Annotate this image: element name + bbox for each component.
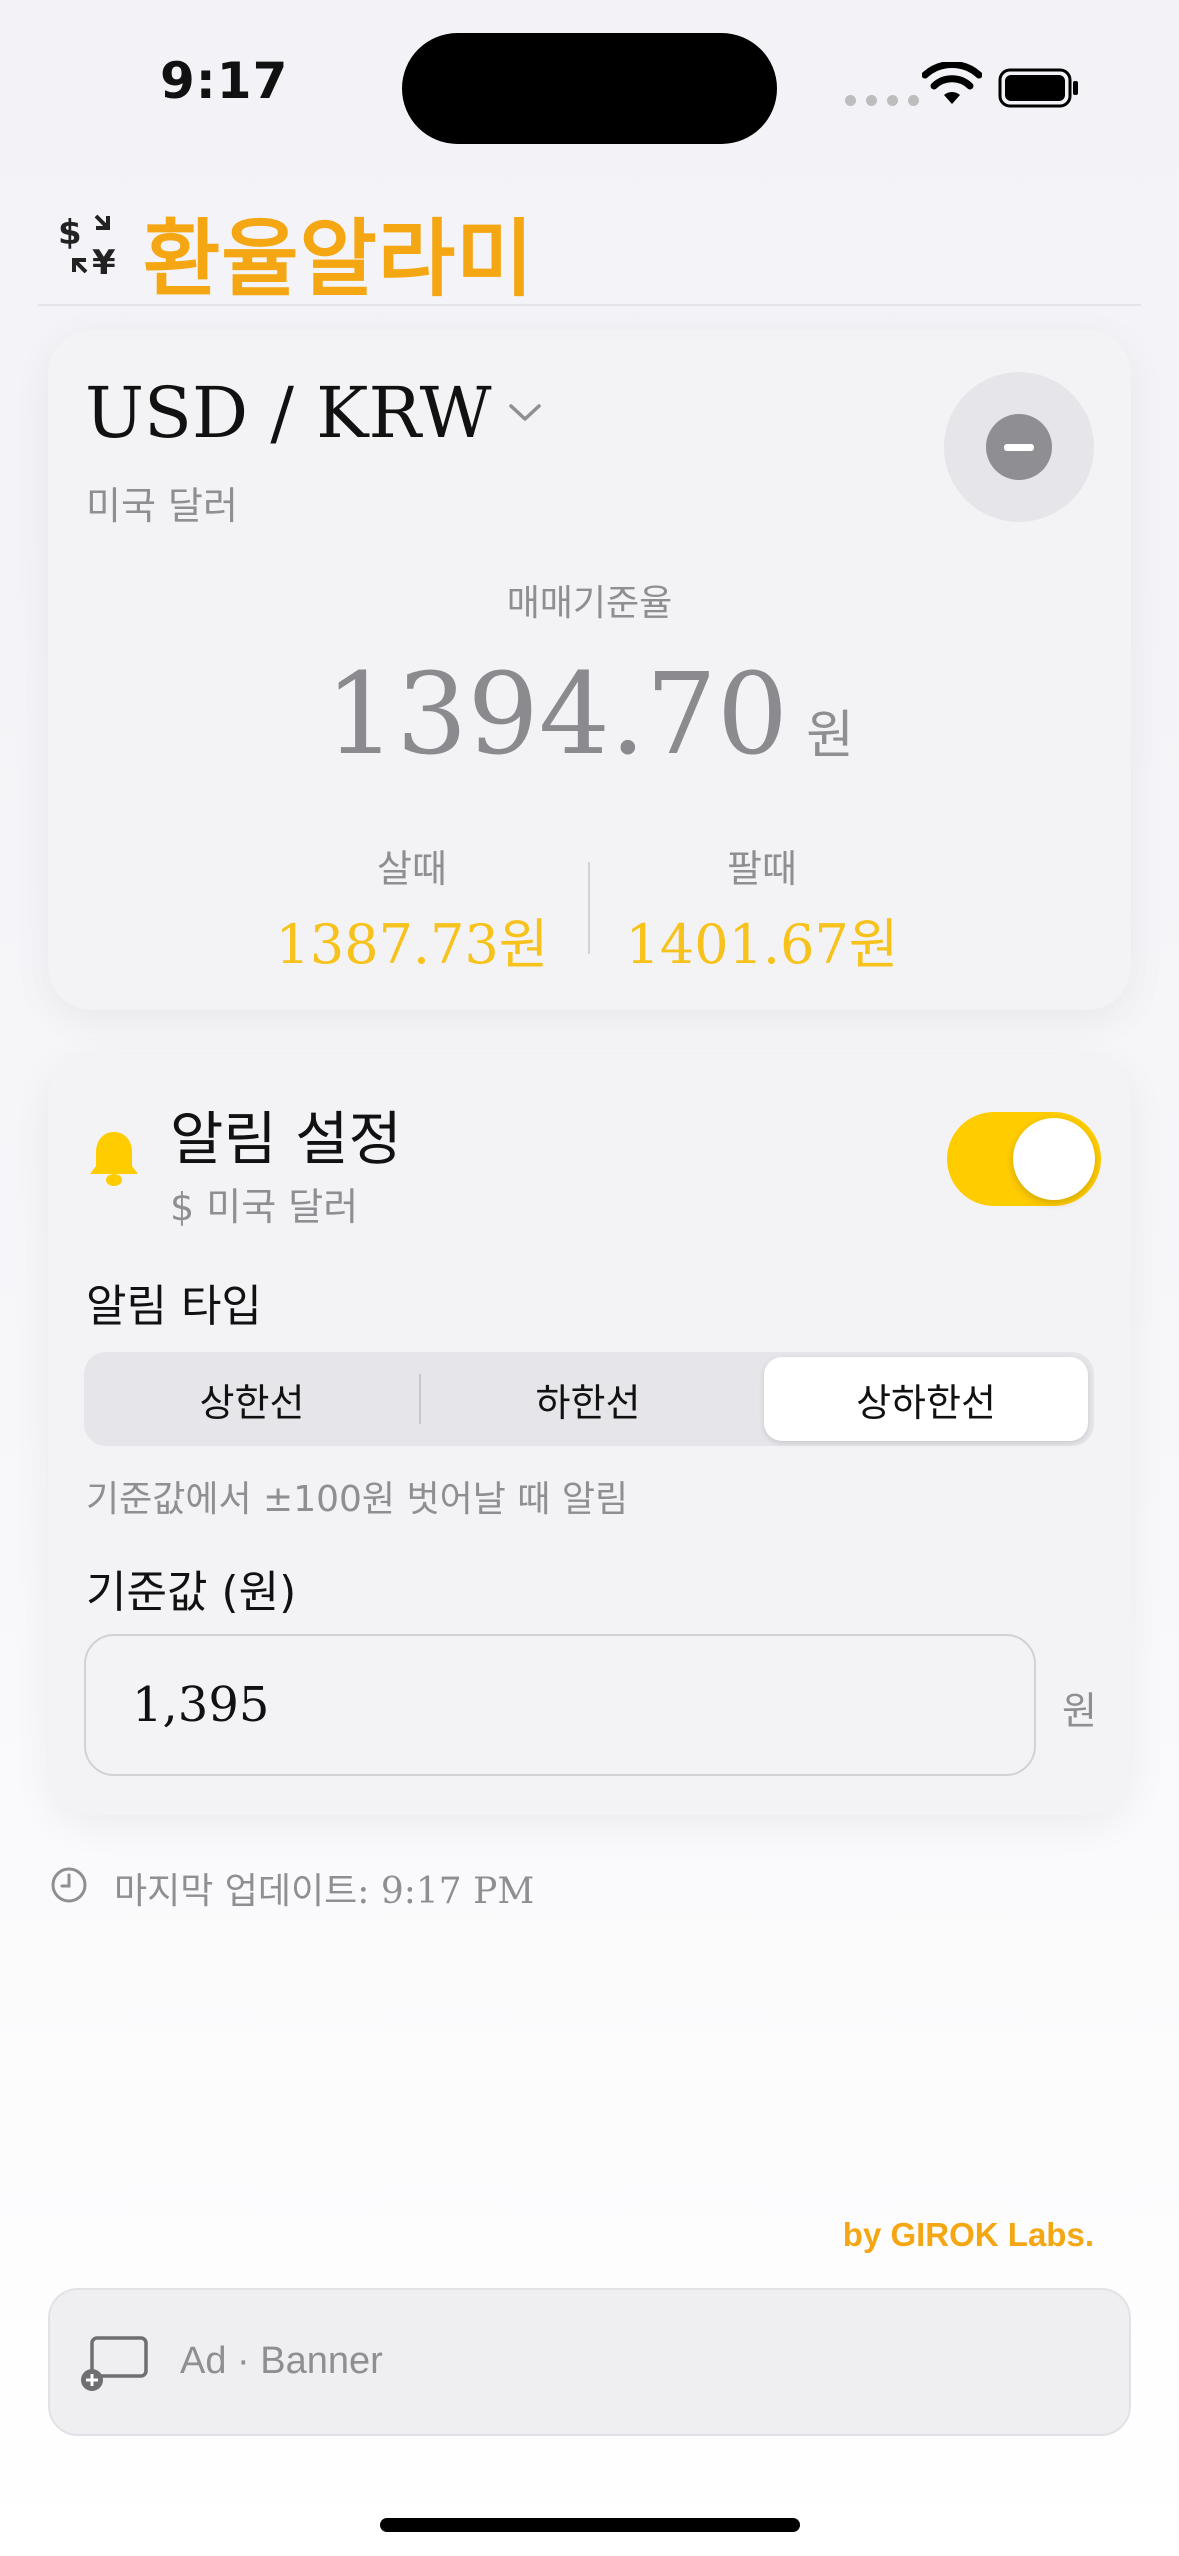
currency-pair-selector[interactable]: USD / KRW	[85, 372, 542, 454]
last-update-text: 마지막 업데이트: 9:17 PM	[114, 1871, 535, 1912]
ad-banner-label: Ad · Banner	[180, 2340, 383, 2382]
minus-circle-icon	[986, 414, 1052, 480]
segment-both[interactable]: 상하한선	[764, 1357, 1088, 1441]
svg-text:$: $	[58, 213, 82, 253]
battery-icon	[998, 68, 1078, 108]
signal-icon	[845, 95, 919, 106]
currency-pair-label: USD / KRW	[85, 372, 492, 454]
alert-settings-title: 알림 설정	[170, 1105, 402, 1173]
home-indicator[interactable]	[380, 2518, 800, 2532]
svg-text:¥: ¥	[92, 243, 116, 278]
currency-name: 미국 달러	[86, 484, 238, 528]
buy-value: 1387.73원	[275, 913, 549, 976]
alert-currency-subtitle: $ 미국 달러	[170, 1185, 359, 1229]
base-rate-label: 매매기준율	[506, 583, 673, 624]
status-time: 9:17	[160, 52, 289, 110]
base-value-input[interactable]	[84, 1634, 1036, 1776]
base-rate-unit: 원	[806, 706, 854, 766]
app-title: 환율알라미	[143, 210, 535, 308]
buy-label: 살때	[377, 847, 447, 891]
alert-type-segmented-control: 상한선 하한선 상하한선	[84, 1352, 1094, 1446]
alert-type-label: 알림 타입	[86, 1281, 262, 1332]
chevron-down-icon	[508, 404, 541, 421]
sell-label: 팔때	[727, 847, 797, 891]
clock-icon	[51, 1867, 87, 1903]
developer-credit[interactable]: by GIROK Labs.	[0, 2216, 1094, 2254]
wifi-icon	[922, 62, 982, 104]
base-value-unit: 원	[1062, 1689, 1097, 1733]
currency-exchange-icon: $ ¥	[58, 213, 116, 278]
toggle-knob	[1013, 1118, 1095, 1200]
segment-upper[interactable]: 상한선	[84, 1352, 420, 1446]
sell-value: 1401.67원	[625, 913, 899, 976]
base-rate-row: 1394.70 원	[0, 650, 1179, 780]
buy-sell-divider	[588, 862, 590, 954]
header-divider	[38, 304, 1141, 306]
bell-icon	[90, 1132, 138, 1186]
alert-hint: 기준값에서 ±100원 벗어날 때 알림	[86, 1479, 629, 1520]
base-rate-value: 1394.70	[325, 650, 789, 780]
ad-placeholder-icon	[81, 2336, 148, 2391]
alert-toggle[interactable]	[947, 1112, 1101, 1206]
remove-currency-button[interactable]	[944, 372, 1094, 522]
dynamic-island	[402, 33, 777, 144]
segment-lower[interactable]: 하한선	[420, 1352, 756, 1446]
base-value-label: 기준값 (원)	[86, 1567, 297, 1618]
